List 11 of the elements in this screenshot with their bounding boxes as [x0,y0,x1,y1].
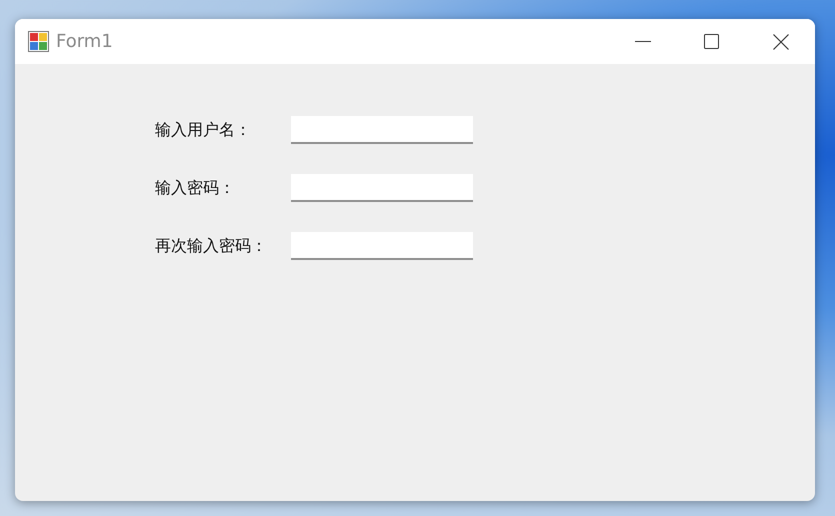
maximize-icon [704,34,720,50]
field-label: 再次输入密码： [155,236,268,256]
input-field[interactable] [291,116,473,144]
close-icon [772,34,788,50]
window-title: Form1 [56,31,114,52]
input-field[interactable] [291,232,473,260]
input-field[interactable] [291,174,473,202]
field-label: 输入密码： [155,178,236,198]
app-icon [28,31,49,52]
minimize-icon [634,40,650,42]
field-label: 输入用户名： [155,120,252,140]
